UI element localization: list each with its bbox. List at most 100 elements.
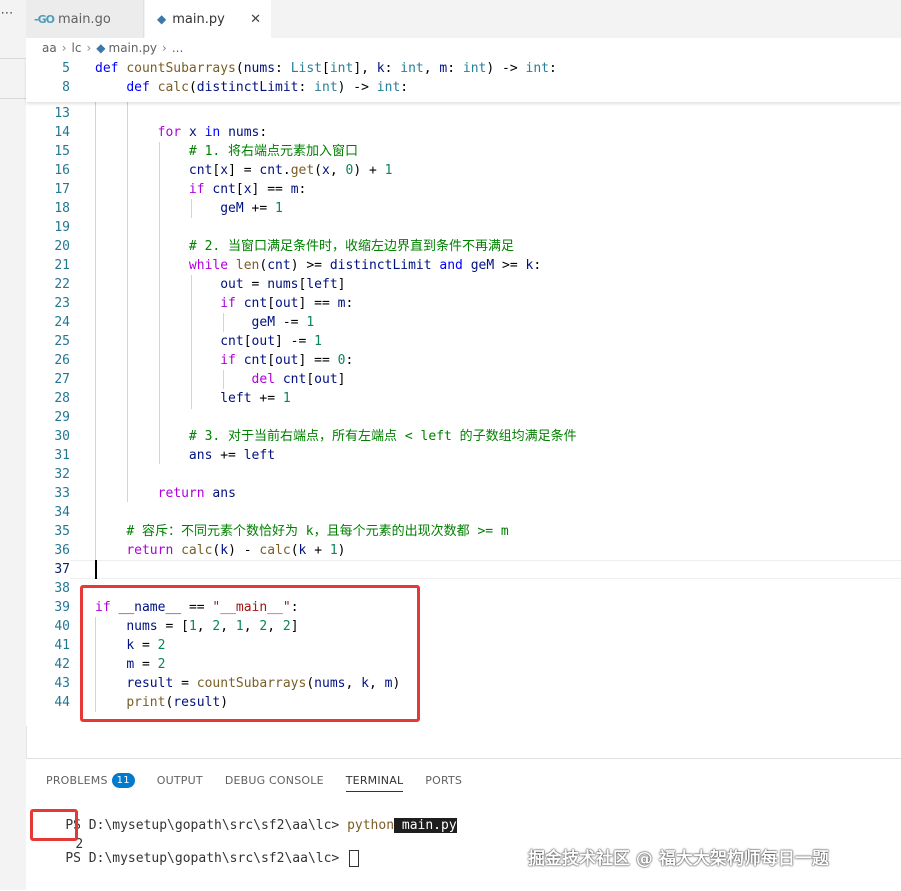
code-line[interactable]: 5 def countSubarrays(nums: List[int], k: … [26, 59, 901, 78]
code-token: : [384, 61, 401, 76]
code-token: ) -> [486, 61, 526, 76]
code-line[interactable]: 35 # 容斥：不同元素个数恰好为 k，且每个元素的出现次数都 >= m [26, 522, 901, 541]
breadcrumb-item[interactable]: main.py [109, 41, 158, 55]
code-line[interactable]: 27 del cnt[out] [26, 370, 901, 389]
line-number: 44 [54, 695, 70, 710]
code-line[interactable]: 14 for x in nums: [26, 123, 901, 142]
indent-guide [159, 142, 160, 464]
breadcrumb-item[interactable]: aa [42, 41, 57, 55]
code-token: distinctLimit [329, 258, 440, 273]
code-line[interactable]: 15 # 1. 将右端点元素加入窗口 [26, 142, 901, 161]
code-token: 1 [275, 201, 283, 216]
code-line[interactable]: 13 [26, 104, 901, 123]
code-token: : [259, 125, 268, 140]
code-line[interactable]: 16 cnt[x] = cnt.get(x, 0) + 1 [26, 161, 901, 180]
highlight-box [80, 585, 420, 722]
more-icon[interactable]: ⋯ [0, 6, 14, 21]
code-token: ] [337, 372, 346, 387]
code-line[interactable]: 22 out = nums[left] [26, 275, 901, 294]
code-line[interactable]: 33 return ans [26, 484, 901, 503]
code-token: int [462, 61, 487, 76]
line-number: 15 [54, 144, 70, 159]
code-token: : [345, 296, 354, 311]
line-number: 26 [54, 353, 70, 368]
code-token: + [314, 543, 330, 558]
close-icon[interactable]: ✕ [250, 12, 261, 27]
terminal-cursor [349, 850, 360, 867]
code-text: def countSubarrays(nums: List[int], k: i… [95, 59, 557, 78]
tab-label: main.go [57, 11, 111, 27]
code-line[interactable]: 32 [26, 465, 901, 484]
code-editor[interactable]: 5 def countSubarrays(nums: List[int], k: … [26, 58, 901, 726]
code-token: ], [353, 61, 377, 76]
tab-terminal[interactable]: TERMINAL [345, 769, 404, 792]
code-line[interactable]: 34 [26, 503, 901, 522]
code-token: . [282, 163, 291, 178]
line-number: 31 [54, 448, 70, 463]
code-token: : [533, 258, 542, 273]
code-line[interactable]: 24 geM -= 1 [26, 313, 901, 332]
code-text: for x in nums: [95, 123, 268, 142]
code-line[interactable]: 21 while len(cnt) >= distinctLimit and g… [26, 256, 901, 275]
code-line[interactable]: 20 # 2. 当窗口满足条件时，收缩左边界直到条件不再满足 [26, 237, 901, 256]
tab-main-go[interactable]: -GO main.go [26, 0, 144, 38]
line-number: 22 [54, 277, 70, 292]
code-token: ] == [298, 296, 338, 311]
indent-guide [223, 313, 224, 332]
tab-problems[interactable]: PROBLEMS 11 [46, 769, 135, 791]
sticky-scroll-header[interactable]: 5 def countSubarrays(nums: List[int], k: … [26, 58, 901, 102]
panel-tabs: PROBLEMS 11 OUTPUT DEBUG CONSOLE TERMINA… [46, 769, 484, 792]
line-number: 40 [54, 619, 70, 634]
code-token: geM [470, 258, 503, 273]
code-line[interactable]: 30 # 3. 对于当前右端点，所有左端点 < left 的子数组均满足条件 [26, 427, 901, 446]
code-token: 1 [329, 543, 338, 558]
code-token: left [220, 391, 260, 406]
code-line[interactable]: 25 cnt[out] -= 1 [26, 332, 901, 351]
tab-output[interactable]: OUTPUT [157, 769, 203, 791]
code-token: [ [306, 372, 315, 387]
code-token: cnt [220, 334, 244, 349]
code-token: : [549, 61, 557, 76]
code-text: if cnt[out] == m: [95, 294, 353, 313]
watermark: 掘金技术社区 @ 福大大架构师每日一题 [528, 849, 829, 869]
code-token: left [243, 448, 276, 463]
code-token: : [298, 80, 315, 95]
code-line[interactable]: 8 def calc(distinctLimit: int) -> int: [26, 78, 901, 97]
tab-debug-console[interactable]: DEBUG CONSOLE [225, 769, 324, 791]
code-line[interactable]: 17 if cnt[x] == m: [26, 180, 901, 199]
indent-guide [95, 102, 96, 560]
code-line[interactable]: 18 geM += 1 [26, 199, 901, 218]
code-line[interactable]: 29 [26, 408, 901, 427]
chevron-right-icon: › [86, 41, 92, 55]
code-line[interactable]: 26 if cnt[out] == 0: [26, 351, 901, 370]
breadcrumb-item[interactable]: ... [172, 41, 183, 55]
code-line[interactable]: 19 [26, 218, 901, 237]
line-number: 18 [54, 201, 70, 216]
code-token: -= [282, 315, 307, 330]
terminal-line[interactable]: PS D:\mysetup\gopath\src\sf2\aa\lc> [34, 830, 360, 887]
line-number: 39 [54, 600, 70, 615]
code-token: nums [267, 277, 299, 292]
line-number: 35 [54, 524, 70, 539]
code-text: if cnt[out] == 0: [95, 351, 353, 370]
code-token: in [204, 125, 229, 140]
code-token: : [298, 182, 307, 197]
code-line[interactable]: 23 if cnt[out] == m: [26, 294, 901, 313]
tab-label: PROBLEMS [46, 773, 108, 787]
tab-ports[interactable]: PORTS [425, 769, 462, 791]
code-line[interactable]: 36 return calc(k) - calc(k + 1) [26, 541, 901, 560]
line-number: 14 [54, 125, 70, 140]
breadcrumb-item[interactable]: lc [72, 41, 82, 55]
code-token: ) >= [290, 258, 330, 273]
code-line[interactable]: 28 left += 1 [26, 389, 901, 408]
code-line[interactable]: 31 ans += left [26, 446, 901, 465]
indent-guide [127, 102, 128, 502]
tab-main-py[interactable]: ◆ main.py ✕ [145, 0, 271, 38]
